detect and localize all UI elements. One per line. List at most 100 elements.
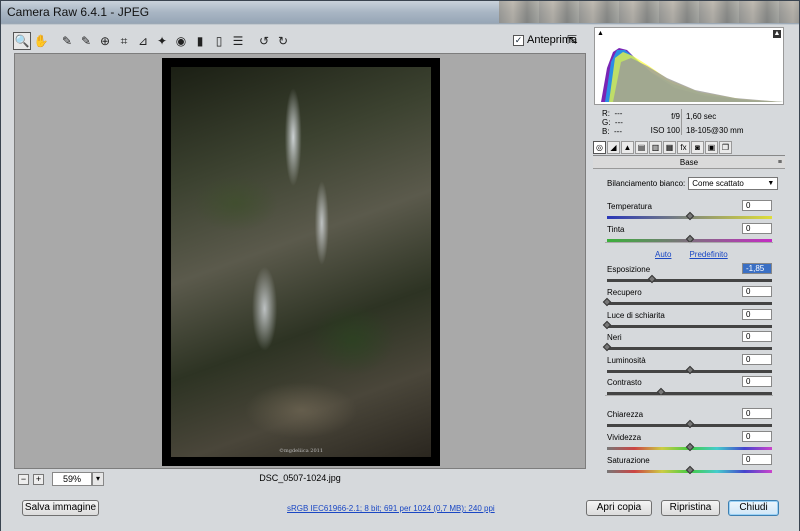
panel-menu-icon[interactable]: ≡ bbox=[778, 157, 782, 168]
panel-title: Base bbox=[679, 158, 699, 167]
slider-value-field[interactable]: 0 bbox=[742, 309, 772, 320]
r-label: R: bbox=[602, 109, 610, 118]
red-eye-icon[interactable]: ◉ bbox=[172, 32, 190, 50]
photo-watermark: ©mgdeliica 2011 bbox=[279, 448, 323, 454]
panel-header: Base ≡ bbox=[593, 157, 785, 169]
preferences-icon[interactable]: ☰ bbox=[229, 32, 247, 50]
slider-label: Chiarezza bbox=[607, 410, 644, 419]
b-label: B: bbox=[602, 127, 610, 136]
exif-info: f/9 1,60 sec ISO 100 18-105@30 mm bbox=[646, 110, 776, 138]
open-copy-button[interactable]: Apri copia bbox=[586, 500, 652, 516]
slider-value-field[interactable]: 0 bbox=[742, 286, 772, 297]
slider-track[interactable] bbox=[607, 325, 772, 328]
r-value: --- bbox=[614, 109, 623, 118]
spot-removal-icon[interactable]: ✦ bbox=[153, 32, 171, 50]
b-value: --- bbox=[614, 127, 623, 136]
slider-label: Contrasto bbox=[607, 378, 642, 387]
slider-value-field[interactable]: 0 bbox=[742, 223, 772, 234]
basic-panel: Bilanciamento bianco: Come scattato ▼ Au… bbox=[593, 170, 785, 475]
reset-button[interactable]: Ripristina bbox=[661, 500, 720, 516]
slider-track[interactable] bbox=[607, 279, 772, 282]
straighten-icon[interactable]: ⊿ bbox=[134, 32, 152, 50]
crop-icon[interactable]: ⌗ bbox=[115, 32, 133, 50]
slider-value-field[interactable]: 0 bbox=[742, 431, 772, 442]
white-balance-label: Bilanciamento bianco: bbox=[607, 179, 686, 188]
slider-value-field[interactable]: 0 bbox=[742, 408, 772, 419]
tab-tone-curve[interactable]: ◢ bbox=[607, 141, 620, 154]
histogram-graph bbox=[601, 48, 783, 102]
hand-icon[interactable]: ✋ bbox=[32, 32, 50, 50]
photo-frame: ©mgdeliica 2011 bbox=[162, 58, 440, 466]
slider-recupero: Recupero 0 bbox=[602, 286, 772, 310]
tab-presets[interactable]: ▣ bbox=[705, 141, 718, 154]
camera-raw-window: Camera Raw 6.4.1 - JPEG 🔍 ✋ ✎ ✎ ⊕ ⌗ ⊿ ✦ ◉ ▮ ▯ ☰ ↺ ↻ ✓… bbox=[0, 0, 800, 531]
tab-snapshots[interactable]: ❐ bbox=[719, 141, 732, 154]
tab-hsl[interactable]: ▤ bbox=[635, 141, 648, 154]
workflow-options-link[interactable]: sRGB IEC61966-2.1; 8 bit; 691 per 1024 (… bbox=[287, 504, 495, 513]
file-name: DSC_0507-1024.jpg bbox=[259, 473, 341, 483]
slider-track[interactable] bbox=[607, 347, 772, 350]
toolbar: 🔍 ✋ ✎ ✎ ⊕ ⌗ ⊿ ✦ ◉ ▮ ▯ ☰ ↺ ↻ bbox=[13, 30, 586, 52]
color-sampler-icon[interactable]: ✎ bbox=[77, 32, 95, 50]
slider-tinta: Tinta 0 bbox=[607, 223, 772, 247]
panel-divider bbox=[605, 242, 773, 243]
slider-value-field[interactable]: 0 bbox=[742, 454, 772, 465]
iso-value: ISO 100 bbox=[650, 126, 680, 135]
slider-label: Recupero bbox=[607, 288, 642, 297]
slider-label: Vividezza bbox=[607, 433, 642, 442]
close-button[interactable]: Chiudi bbox=[728, 500, 779, 516]
slider-value-field[interactable]: 0 bbox=[742, 376, 772, 387]
default-link[interactable]: Predefinito bbox=[689, 250, 727, 259]
slider-saturazione: Saturazione 0 bbox=[607, 454, 772, 478]
preview-checkbox[interactable]: ✓ bbox=[513, 34, 524, 46]
rotate-right-icon[interactable]: ↻ bbox=[274, 32, 292, 50]
tab-split-toning[interactable]: ▥ bbox=[649, 141, 662, 154]
slider-vividezza: Vividezza 0 bbox=[607, 431, 772, 455]
shutter-value: 1,60 sec bbox=[686, 112, 717, 121]
auto-link[interactable]: Auto bbox=[655, 250, 671, 259]
lens-value: 18-105@30 mm bbox=[686, 126, 744, 135]
slider-esposizione: Esposizione -1,85 bbox=[607, 263, 772, 287]
chevron-down-icon: ▼ bbox=[767, 180, 775, 187]
white-balance-select[interactable]: Come scattato ▼ bbox=[688, 177, 779, 190]
panel-divider bbox=[605, 395, 773, 396]
slider-value-field[interactable]: 0 bbox=[742, 331, 772, 342]
slider-track[interactable] bbox=[607, 302, 772, 305]
adjustment-brush-icon[interactable]: ▮ bbox=[191, 32, 209, 50]
tab-camera-calibration[interactable]: ◙ bbox=[691, 141, 704, 154]
highlight-clipping-warning-icon[interactable]: ▲ bbox=[773, 30, 781, 38]
slider-label: Luce di schiarita bbox=[607, 311, 665, 320]
save-image-button[interactable]: Salva immagine bbox=[22, 500, 99, 516]
zoom-icon[interactable]: 🔍 bbox=[13, 32, 31, 50]
waterfall-photo: ©mgdeliica 2011 bbox=[171, 67, 431, 457]
slider-luce-di-schiarita: Luce di schiarita 0 bbox=[602, 309, 772, 333]
slider-value-field[interactable]: 0 bbox=[742, 200, 772, 211]
fullscreen-toggle-icon[interactable]: ⇱ bbox=[567, 33, 581, 47]
slider-value-field[interactable]: -1,85 bbox=[742, 263, 772, 274]
slider-luminosit-: Luminosità 0 bbox=[607, 354, 772, 378]
shadow-clipping-warning-icon[interactable]: ▲ bbox=[597, 30, 605, 38]
slider-label: Tinta bbox=[607, 225, 625, 234]
slider-neri: Neri 0 bbox=[602, 331, 772, 355]
preview-footer: − + 59% ▾ DSC_0507-1024.jpg bbox=[14, 470, 586, 488]
white-balance-row: Bilanciamento bianco: Come scattato ▼ bbox=[607, 177, 779, 190]
tab-basic[interactable]: ◎ bbox=[593, 141, 606, 154]
tab-lens-corrections[interactable]: ▦ bbox=[663, 141, 676, 154]
slider-label: Temperatura bbox=[607, 202, 652, 211]
panel-tabs: ◎ ◢ ▲ ▤ ▥ ▦ fx ◙ ▣ ❐ bbox=[593, 140, 785, 156]
image-preview[interactable]: ©mgdeliica 2011 bbox=[14, 53, 586, 469]
background-photo-strip bbox=[499, 1, 799, 23]
targeted-adjustment-icon[interactable]: ⊕ bbox=[96, 32, 114, 50]
slider-value-field[interactable]: 0 bbox=[742, 354, 772, 365]
auto-default-links: Auto Predefinito bbox=[655, 250, 728, 259]
tab-detail[interactable]: ▲ bbox=[621, 141, 634, 154]
graduated-filter-icon[interactable]: ▯ bbox=[210, 32, 228, 50]
white-balance-icon[interactable]: ✎ bbox=[58, 32, 76, 50]
tab-effects[interactable]: fx bbox=[677, 141, 690, 154]
slider-label: Neri bbox=[607, 333, 622, 342]
aperture-value: f/9 bbox=[671, 112, 680, 121]
slider-label: Luminosità bbox=[607, 356, 646, 365]
rotate-left-icon[interactable]: ↺ bbox=[255, 32, 273, 50]
g-value: --- bbox=[614, 118, 623, 127]
histogram: ▲ ▲ bbox=[594, 27, 784, 105]
